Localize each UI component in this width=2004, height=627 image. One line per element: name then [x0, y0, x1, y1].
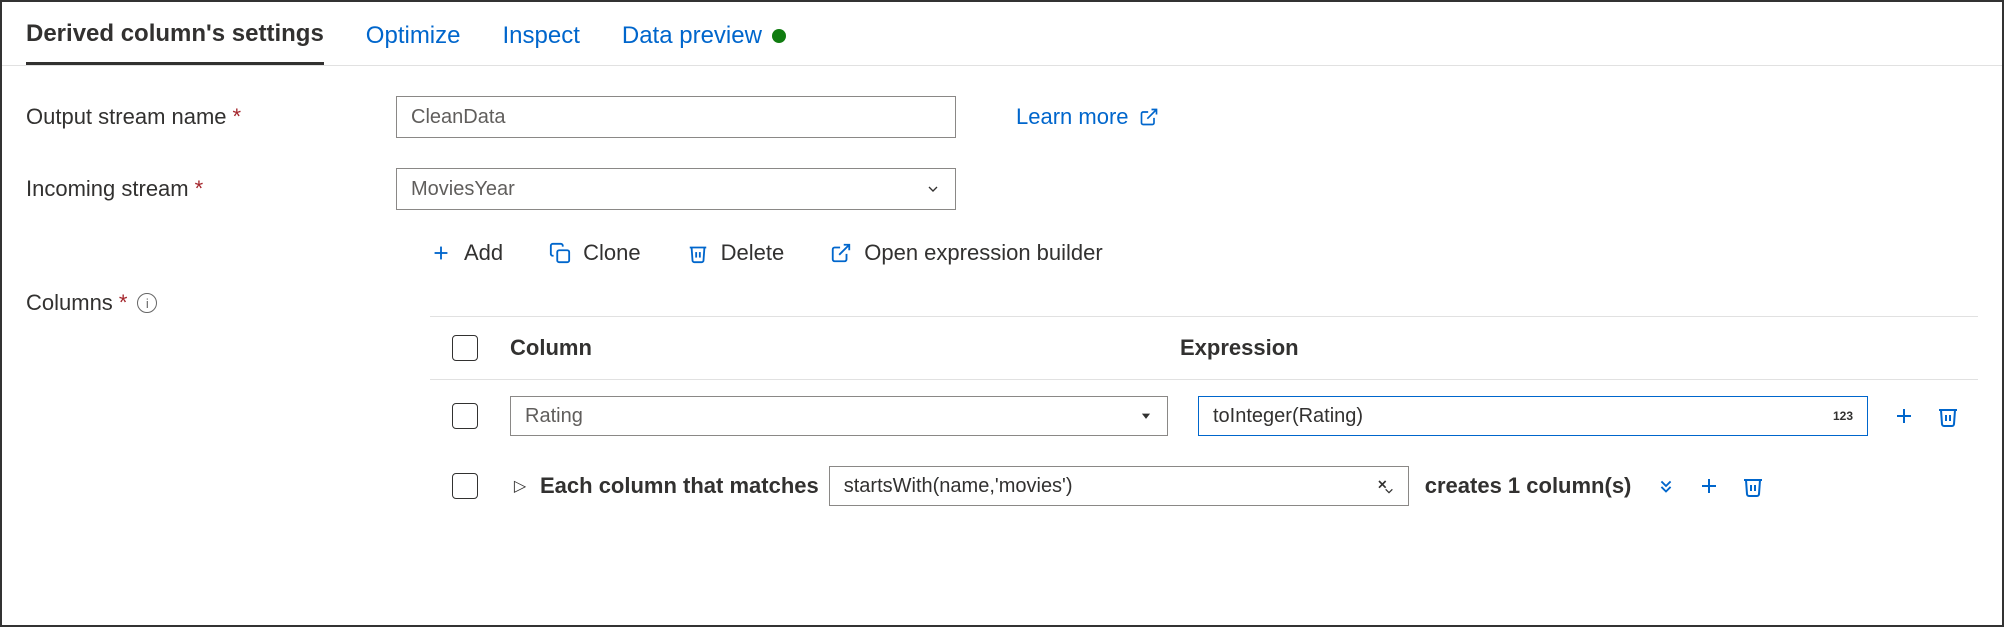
select-all-checkbox[interactable]	[452, 335, 478, 361]
add-subcolumn-button[interactable]	[1892, 404, 1916, 428]
external-link-icon	[830, 242, 852, 264]
columns-label: Columns * i	[26, 290, 396, 316]
open-builder-label: Open expression builder	[864, 240, 1102, 266]
expand-toggle[interactable]: ▷	[500, 476, 540, 496]
pattern-expression-value: startsWith(name,'movies')	[844, 475, 1073, 498]
open-expression-builder-button[interactable]: Open expression builder	[830, 240, 1102, 266]
expression-input[interactable]: toInteger(Rating) 123	[1198, 396, 1868, 436]
tab-settings[interactable]: Derived column's settings	[26, 20, 324, 65]
delete-row-button[interactable]	[1741, 474, 1765, 498]
delete-label: Delete	[721, 240, 785, 266]
column-row: Rating toInteger(Rating) 123	[430, 380, 1978, 452]
required-asterisk: *	[195, 176, 204, 202]
trash-icon	[1741, 474, 1765, 498]
status-indicator-icon	[772, 29, 786, 43]
pattern-suffix-label: creates 1 column(s)	[1409, 473, 1648, 499]
columns-header-row: Column Expression	[430, 317, 1978, 380]
required-asterisk: *	[233, 104, 242, 130]
caret-down-icon	[1139, 409, 1153, 423]
plus-icon	[1892, 404, 1916, 428]
type-badge: 123	[1833, 409, 1853, 423]
column-name-select[interactable]: Rating	[510, 396, 1168, 436]
plus-icon	[430, 242, 452, 264]
tab-data-preview[interactable]: Data preview	[622, 22, 786, 64]
required-asterisk: *	[119, 290, 128, 316]
output-stream-label-text: Output stream name	[26, 104, 227, 130]
tab-data-preview-label: Data preview	[622, 22, 762, 50]
columns-toolbar: Add Clone Delete Open expression builder	[430, 240, 1978, 266]
columns-label-text: Columns	[26, 290, 113, 316]
delete-button[interactable]: Delete	[687, 240, 785, 266]
row-checkbox[interactable]	[452, 403, 478, 429]
row-checkbox[interactable]	[452, 473, 478, 499]
add-label: Add	[464, 240, 503, 266]
tab-inspect[interactable]: Inspect	[502, 22, 579, 64]
output-stream-input[interactable]	[396, 96, 956, 138]
column-header: Column	[500, 335, 1180, 361]
add-button[interactable]: Add	[430, 240, 503, 266]
column-name-value: Rating	[525, 405, 583, 428]
incoming-stream-label-text: Incoming stream	[26, 176, 189, 202]
tab-optimize[interactable]: Optimize	[366, 22, 461, 64]
expand-double-button[interactable]	[1655, 475, 1677, 497]
learn-more-link[interactable]: Learn more	[1016, 104, 1159, 130]
output-stream-label: Output stream name *	[26, 104, 396, 130]
learn-more-text: Learn more	[1016, 104, 1129, 130]
clone-icon	[549, 242, 571, 264]
incoming-stream-label: Incoming stream *	[26, 176, 396, 202]
expression-value: toInteger(Rating)	[1213, 405, 1363, 428]
pattern-prefix-label: Each column that matches	[540, 473, 829, 499]
incoming-stream-select[interactable]: MoviesYear	[396, 168, 956, 210]
external-link-icon	[1139, 107, 1159, 127]
info-icon[interactable]: i	[137, 293, 157, 313]
chevron-double-down-icon	[1655, 475, 1677, 497]
incoming-stream-value: MoviesYear	[411, 178, 515, 201]
tab-bar: Derived column's settings Optimize Inspe…	[2, 2, 2002, 66]
plus-icon	[1697, 474, 1721, 498]
clone-label: Clone	[583, 240, 640, 266]
chevron-down-icon	[925, 181, 941, 197]
expression-header: Expression	[1180, 335, 1978, 361]
trash-icon	[1936, 404, 1960, 428]
clear-dropdown-icon[interactable]	[1374, 476, 1394, 496]
clone-button[interactable]: Clone	[549, 240, 640, 266]
add-subcolumn-button[interactable]	[1697, 474, 1721, 498]
delete-row-button[interactable]	[1936, 404, 1960, 428]
pattern-row: ▷ Each column that matches startsWith(na…	[430, 452, 1978, 520]
trash-icon	[687, 242, 709, 264]
pattern-expression-input[interactable]: startsWith(name,'movies')	[829, 466, 1409, 506]
